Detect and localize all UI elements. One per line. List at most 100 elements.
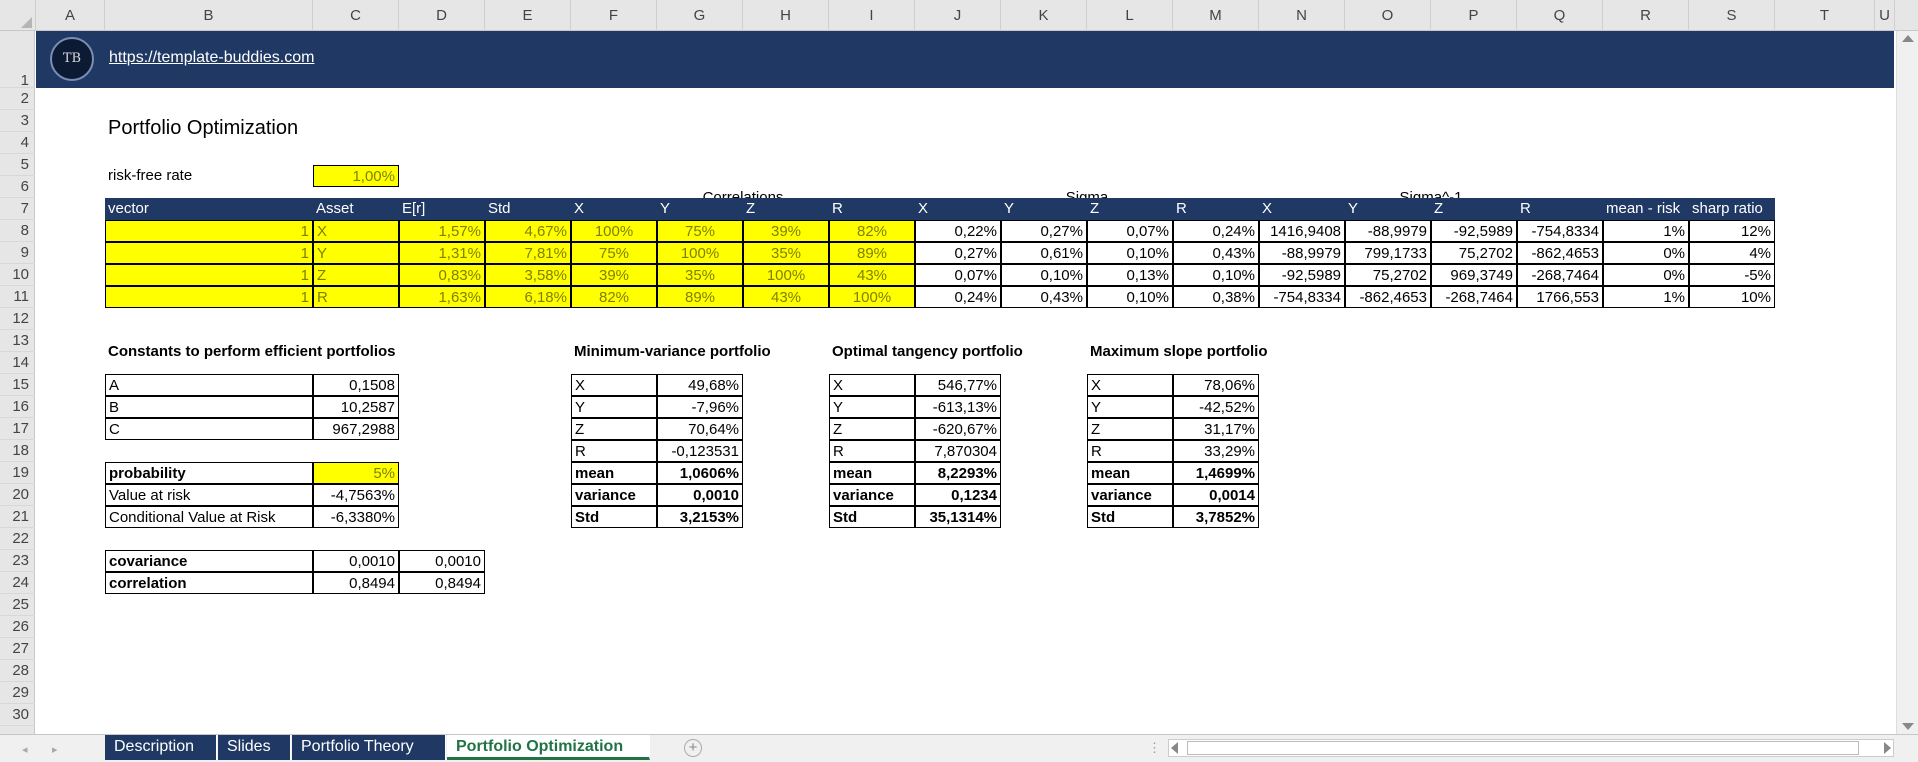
table-cell[interactable]: 0,27%	[1001, 220, 1087, 242]
table-cell[interactable]: 75,2702	[1431, 242, 1517, 264]
table-cell[interactable]: 0,13%	[1087, 264, 1173, 286]
row-header-27[interactable]: 27	[0, 638, 35, 660]
table-cell[interactable]: 1,57%	[399, 220, 485, 242]
portfolio-value[interactable]: 33,29%	[1173, 440, 1259, 462]
table-cell[interactable]: X	[313, 220, 399, 242]
column-header-E[interactable]: E	[485, 0, 571, 31]
table-cell[interactable]: 0%	[1603, 264, 1689, 286]
column-header-P[interactable]: P	[1431, 0, 1517, 31]
row-header-9[interactable]: 9	[0, 242, 35, 264]
table-cell[interactable]: 39%	[571, 264, 657, 286]
row-header-23[interactable]: 23	[0, 550, 35, 572]
row-header-2[interactable]: 2	[0, 88, 35, 110]
row-header-16[interactable]: 16	[0, 396, 35, 418]
table-cell[interactable]: 100%	[657, 242, 743, 264]
table-cell[interactable]: 100%	[571, 220, 657, 242]
risk-value[interactable]: 5%	[313, 462, 399, 484]
row-header-3[interactable]: 3	[0, 110, 35, 132]
row-header-28[interactable]: 28	[0, 660, 35, 682]
prev-sheet-icon[interactable]: ◂	[22, 743, 28, 756]
row-header-10[interactable]: 10	[0, 264, 35, 286]
table-cell[interactable]: 0,27%	[915, 242, 1001, 264]
table-cell[interactable]: -268,7464	[1431, 286, 1517, 308]
row-header-11[interactable]: 11	[0, 286, 35, 308]
column-header-I[interactable]: I	[829, 0, 915, 31]
portfolio-value[interactable]: 31,17%	[1173, 418, 1259, 440]
portfolio-value[interactable]: -42,52%	[1173, 396, 1259, 418]
column-header-G[interactable]: G	[657, 0, 743, 31]
table-cell[interactable]: -5%	[1689, 264, 1775, 286]
table-cell[interactable]: 969,3749	[1431, 264, 1517, 286]
table-cell[interactable]: 0%	[1603, 242, 1689, 264]
table-cell[interactable]: 43%	[829, 264, 915, 286]
row-header-18[interactable]: 18	[0, 440, 35, 462]
table-cell[interactable]: -862,4653	[1517, 242, 1603, 264]
table-cell[interactable]: -754,8334	[1517, 220, 1603, 242]
table-cell[interactable]: 35%	[743, 242, 829, 264]
portfolio-value[interactable]: 49,68%	[657, 374, 743, 396]
cov-value[interactable]: 0,8494	[313, 572, 399, 594]
sheet-tab-portfolio-theory[interactable]: Portfolio Theory	[292, 735, 446, 760]
table-cell[interactable]: -88,9979	[1345, 220, 1431, 242]
column-header-N[interactable]: N	[1259, 0, 1345, 31]
table-cell[interactable]: 0,07%	[915, 264, 1001, 286]
table-cell[interactable]: 0,38%	[1173, 286, 1259, 308]
sheet-tab-portfolio-optimization[interactable]: Portfolio Optimization	[447, 735, 650, 760]
row-header-15[interactable]: 15	[0, 374, 35, 396]
row-header-13[interactable]: 13	[0, 330, 35, 352]
table-cell[interactable]: 75,2702	[1345, 264, 1431, 286]
table-cell[interactable]: 35%	[657, 264, 743, 286]
column-header-J[interactable]: J	[915, 0, 1001, 31]
table-cell[interactable]: 1,31%	[399, 242, 485, 264]
row-header-14[interactable]: 14	[0, 352, 35, 374]
column-header-L[interactable]: L	[1087, 0, 1173, 31]
column-header-M[interactable]: M	[1173, 0, 1259, 31]
sheet-tab-description[interactable]: Description	[105, 735, 217, 760]
scroll-down-icon[interactable]	[1902, 723, 1914, 730]
column-header-A[interactable]: A	[36, 0, 105, 31]
table-cell[interactable]: 75%	[657, 220, 743, 242]
table-cell[interactable]: 39%	[743, 220, 829, 242]
next-sheet-icon[interactable]: ▸	[52, 743, 58, 756]
table-cell[interactable]: 1%	[1603, 220, 1689, 242]
table-cell[interactable]: Y	[313, 242, 399, 264]
portfolio-value[interactable]: 8,2293%	[915, 462, 1001, 484]
sheet-tab-slides[interactable]: Slides	[218, 735, 291, 760]
table-cell[interactable]: 0,07%	[1087, 220, 1173, 242]
constant-value[interactable]: 967,2988	[313, 418, 399, 440]
portfolio-value[interactable]: 3,7852%	[1173, 506, 1259, 528]
row-header-19[interactable]: 19	[0, 462, 35, 484]
row-header-6[interactable]: 6	[0, 176, 35, 198]
table-cell[interactable]: 0,10%	[1087, 242, 1173, 264]
row-header-17[interactable]: 17	[0, 418, 35, 440]
portfolio-value[interactable]: -7,96%	[657, 396, 743, 418]
table-cell[interactable]: 0,24%	[1173, 220, 1259, 242]
constant-value[interactable]: 0,1508	[313, 374, 399, 396]
table-cell[interactable]: 3,58%	[485, 264, 571, 286]
column-header-F[interactable]: F	[571, 0, 657, 31]
row-header-12[interactable]: 12	[0, 308, 35, 330]
table-cell[interactable]: 1766,553	[1517, 286, 1603, 308]
scroll-up-icon[interactable]	[1902, 35, 1914, 42]
table-cell[interactable]: 1%	[1603, 286, 1689, 308]
cov-value[interactable]: 0,0010	[313, 550, 399, 572]
table-cell[interactable]: -862,4653	[1345, 286, 1431, 308]
cov-value[interactable]: 0,0010	[399, 550, 485, 572]
row-header-25[interactable]: 25	[0, 594, 35, 616]
table-cell[interactable]: -92,5989	[1431, 220, 1517, 242]
row-header-24[interactable]: 24	[0, 572, 35, 594]
table-cell[interactable]: -268,7464	[1517, 264, 1603, 286]
scroll-left-icon[interactable]	[1171, 742, 1178, 754]
row-header-22[interactable]: 22	[0, 528, 35, 550]
table-cell[interactable]: 82%	[571, 286, 657, 308]
row-header-7[interactable]: 7	[0, 198, 35, 220]
row-header-5[interactable]: 5	[0, 154, 35, 176]
select-all-corner[interactable]	[0, 0, 36, 31]
table-cell[interactable]: 89%	[657, 286, 743, 308]
column-header-R[interactable]: R	[1603, 0, 1689, 31]
table-cell[interactable]: 0,43%	[1173, 242, 1259, 264]
table-cell[interactable]: 100%	[743, 264, 829, 286]
portfolio-value[interactable]: 1,4699%	[1173, 462, 1259, 484]
table-cell[interactable]: -88,9979	[1259, 242, 1345, 264]
portfolio-value[interactable]: 0,0014	[1173, 484, 1259, 506]
